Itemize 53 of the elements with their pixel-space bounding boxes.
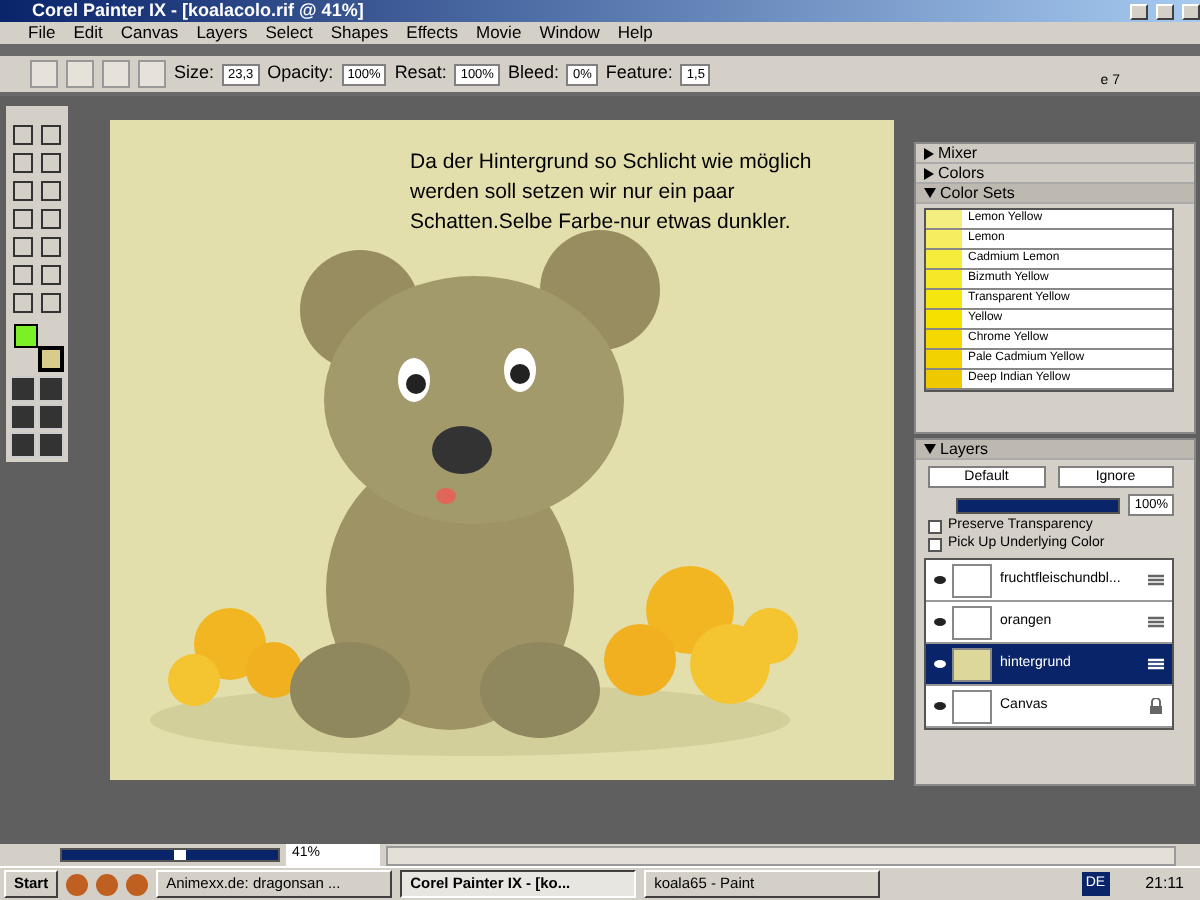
field-label: Bleed: — [507, 60, 559, 87]
canvas-text: Schatten.Selbe Farbe-nur etwas dunkler. — [410, 208, 793, 238]
canvas-text: Da der Hintergrund so Schlicht wie möglich — [410, 148, 812, 178]
collapse-arrow-icon[interactable] — [924, 444, 936, 454]
layer-thumbnail — [952, 605, 992, 639]
menu-item[interactable]: Canvas — [120, 20, 179, 46]
eye-icon[interactable] — [934, 618, 946, 626]
color-swatch[interactable] — [926, 290, 962, 308]
menu-item[interactable]: Effects — [406, 20, 458, 46]
layer-thumbnail — [952, 563, 992, 597]
restore-button[interactable] — [1156, 3, 1174, 19]
color-swatch[interactable] — [926, 230, 962, 248]
menu-item[interactable]: Window — [539, 20, 600, 46]
layer-thumbnail — [952, 689, 992, 723]
palette-title[interactable]: Mixer — [938, 143, 978, 163]
main-color-swatch[interactable] — [14, 324, 38, 348]
menu-item[interactable]: Help — [617, 20, 653, 46]
field-label: Opacity: — [267, 60, 334, 87]
field-label: Feature: — [605, 60, 673, 87]
layer-thumbnail — [952, 647, 992, 681]
eye-icon[interactable] — [934, 702, 946, 710]
menu-item[interactable]: File — [28, 20, 56, 46]
menu-item[interactable]: Edit — [73, 20, 103, 46]
color-swatch[interactable] — [926, 350, 962, 368]
additional-color-swatch[interactable] — [38, 346, 64, 372]
checkbox[interactable] — [928, 520, 942, 534]
color-swatch[interactable] — [926, 270, 962, 288]
close-button[interactable] — [1182, 3, 1200, 19]
clock: 21:11 — [1143, 872, 1186, 896]
menu-item[interactable]: Movie — [476, 20, 522, 46]
color-swatch[interactable] — [926, 250, 962, 268]
color-swatch[interactable] — [926, 330, 962, 348]
horizontal-scrollbar[interactable] — [386, 845, 1176, 865]
collapse-arrow-icon[interactable] — [924, 188, 936, 198]
canvas-text: werden soll setzen wir nur ein paar — [410, 178, 737, 208]
palette-title[interactable]: Layers — [940, 439, 989, 459]
eye-icon[interactable] — [934, 660, 946, 668]
lock-icon[interactable] — [1148, 698, 1164, 714]
checkbox[interactable] — [928, 538, 942, 552]
minimize-button[interactable] — [1130, 3, 1148, 19]
color-swatch[interactable] — [926, 370, 962, 388]
field-label: Resat: — [394, 60, 447, 87]
field-label: Size: — [174, 60, 215, 87]
menu-item[interactable]: Select — [265, 20, 313, 46]
menu-item[interactable]: Layers — [196, 20, 248, 46]
menu-item[interactable]: Shapes — [330, 20, 389, 46]
window-title: Corel Painter IX - [koalacolo.rif @ 41%] — [32, 0, 364, 24]
eye-icon[interactable] — [934, 576, 946, 584]
zoom-slider[interactable] — [60, 848, 280, 862]
color-swatch[interactable] — [926, 310, 962, 328]
slider-thumb[interactable] — [174, 850, 187, 860]
palette-title[interactable]: Colors — [938, 163, 985, 183]
color-swatch[interactable] — [926, 210, 962, 228]
